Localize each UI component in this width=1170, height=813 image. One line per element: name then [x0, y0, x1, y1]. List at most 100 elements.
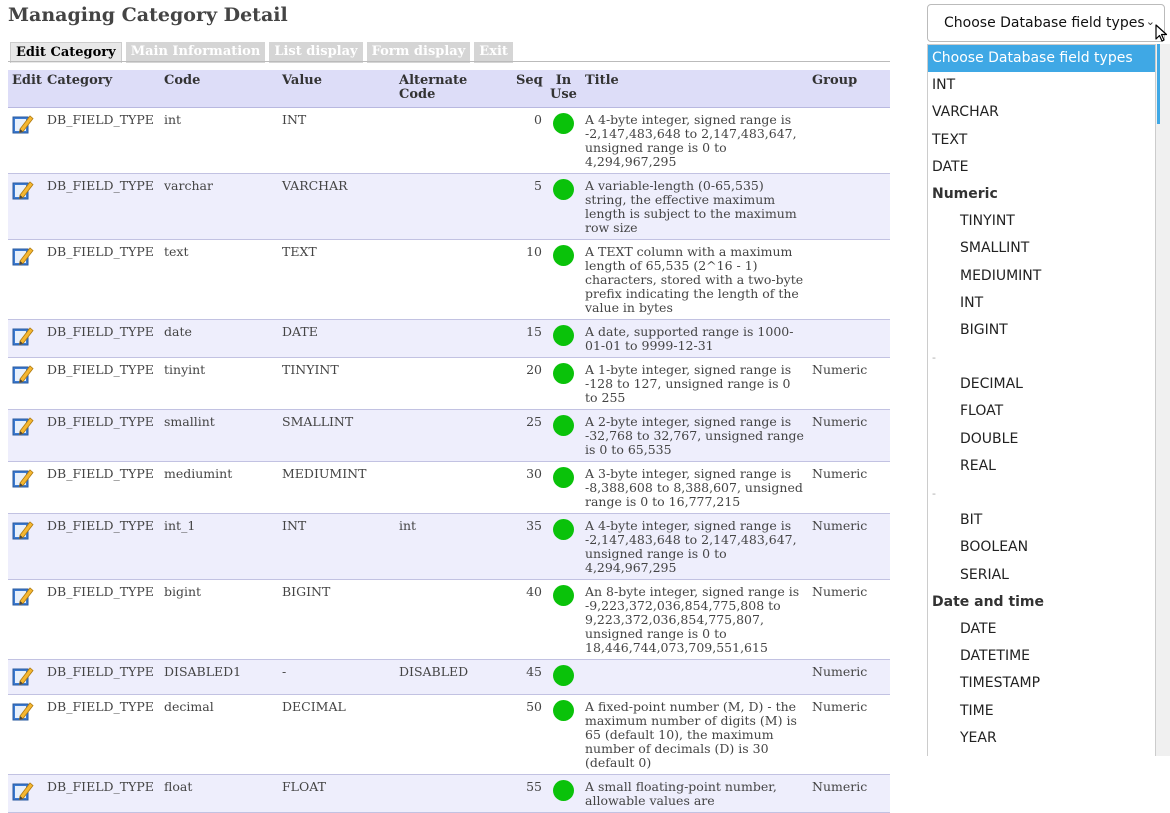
pencil-edit-icon[interactable]: [12, 665, 34, 687]
seq-cell: 10: [512, 239, 546, 320]
edit-cell[interactable]: [8, 107, 43, 174]
col-header-category: Category: [43, 70, 160, 108]
dropdown-scrollbar[interactable]: [1156, 44, 1170, 756]
edit-cell[interactable]: [8, 513, 43, 580]
in-use-dot-icon: [553, 325, 574, 346]
dropdown-option[interactable]: Choose Database field types: [928, 45, 1155, 73]
dropdown-option[interactable]: TEXT: [928, 127, 1155, 154]
tab-form-display[interactable]: Form display: [366, 42, 471, 63]
pencil-edit-icon[interactable]: [12, 113, 34, 135]
pencil-edit-icon[interactable]: [12, 780, 34, 802]
table-row: DB_FIELD_TYPE tinyint TINYINT 20 A 1-byte in…: [8, 357, 890, 410]
edit-cell[interactable]: [8, 461, 43, 514]
code-cell: varchar: [160, 173, 278, 240]
seq-cell: 20: [512, 357, 546, 410]
pencil-edit-icon[interactable]: [12, 179, 34, 201]
in-use-dot-icon: [553, 415, 574, 436]
col-header-value: Value: [278, 70, 395, 108]
code-cell: tinyint: [160, 357, 278, 410]
group-cell: [808, 319, 890, 358]
pencil-edit-icon[interactable]: [12, 700, 34, 722]
code-cell: bigint: [160, 579, 278, 660]
dropdown-option[interactable]: VARCHAR: [928, 99, 1155, 126]
pencil-edit-icon[interactable]: [12, 245, 34, 267]
pencil-edit-icon[interactable]: [12, 585, 34, 607]
field-type-select[interactable]: Choose Database field types ⌄: [927, 4, 1165, 42]
dropdown-option[interactable]: TIME: [928, 698, 1155, 725]
category-cell: DB_FIELD_TYPE: [43, 239, 160, 320]
dropdown-option[interactable]: MEDIUMINT: [928, 263, 1155, 290]
pencil-edit-icon[interactable]: [12, 363, 34, 385]
seq-cell: 55: [512, 774, 546, 813]
title-cell: [581, 659, 808, 695]
tab-exit[interactable]: Exit: [474, 42, 513, 63]
in-use-cell: [546, 239, 581, 320]
dropdown-option[interactable]: FLOAT: [928, 398, 1155, 425]
tab-list-display[interactable]: List display: [269, 42, 363, 63]
pencil-edit-icon[interactable]: [12, 467, 34, 489]
seq-cell: 25: [512, 409, 546, 462]
group-cell: Numeric: [808, 409, 890, 462]
edit-cell[interactable]: [8, 173, 43, 240]
edit-cell[interactable]: [8, 239, 43, 320]
alternate-code-cell: [395, 579, 512, 660]
in-use-cell: [546, 319, 581, 358]
edit-cell[interactable]: [8, 579, 43, 660]
tab-edit-category[interactable]: Edit Category: [10, 42, 122, 63]
in-use-dot-icon: [553, 665, 574, 686]
dropdown-option[interactable]: BIT: [928, 507, 1155, 534]
edit-cell[interactable]: [8, 774, 43, 813]
dropdown-option[interactable]: INT: [928, 290, 1155, 317]
edit-cell[interactable]: [8, 409, 43, 462]
title-cell: A fixed-point number (M, D) - the maximu…: [581, 694, 808, 775]
title-cell: A variable-length (0-65,535) string, the…: [581, 173, 808, 240]
in-use-cell: [546, 173, 581, 240]
title-cell: A 3-byte integer, signed range is -8,388…: [581, 461, 808, 514]
value-cell: MEDIUMINT: [278, 461, 395, 514]
dropdown-option[interactable]: SERIAL: [928, 562, 1155, 589]
col-header-in-use: In Use: [546, 70, 581, 108]
pencil-edit-icon[interactable]: [12, 415, 34, 437]
alternate-code-cell: [395, 409, 512, 462]
seq-cell: 40: [512, 579, 546, 660]
seq-cell: 45: [512, 659, 546, 695]
category-cell: DB_FIELD_TYPE: [43, 774, 160, 813]
title-cell: A 2-byte integer, signed range is -32,76…: [581, 409, 808, 462]
dropdown-option[interactable]: YEAR: [928, 725, 1155, 752]
table-row: DB_FIELD_TYPE date DATE 15 A date, supported…: [8, 319, 890, 358]
code-cell: int: [160, 107, 278, 174]
alternate-code-cell: [395, 357, 512, 410]
pencil-edit-icon[interactable]: [12, 519, 34, 541]
dropdown-option[interactable]: TINYINT: [928, 208, 1155, 235]
dropdown-option[interactable]: INT: [928, 72, 1155, 99]
dropdown-option[interactable]: BOOLEAN: [928, 534, 1155, 561]
dropdown-option[interactable]: REAL: [928, 453, 1155, 480]
table-row: DB_FIELD_TYPE int_1 INT int 35 A 4-byte integ…: [8, 513, 890, 580]
edit-cell[interactable]: [8, 319, 43, 358]
edit-cell[interactable]: [8, 659, 43, 695]
dropdown-option[interactable]: DATE: [928, 616, 1155, 643]
dropdown-option[interactable]: DATETIME: [928, 643, 1155, 670]
select-value: Choose Database field types: [944, 15, 1145, 31]
dropdown-option[interactable]: DATE: [928, 154, 1155, 181]
alternate-code-cell: [395, 239, 512, 320]
edit-cell[interactable]: [8, 357, 43, 410]
dropdown-option[interactable]: BIGINT: [928, 317, 1155, 344]
code-cell: decimal: [160, 694, 278, 775]
code-cell: mediumint: [160, 461, 278, 514]
group-cell: [808, 173, 890, 240]
chevron-down-icon[interactable]: ⌄: [1146, 15, 1155, 28]
table-row: DB_FIELD_TYPE mediumint MEDIUMINT 30 A 3-byt…: [8, 461, 890, 514]
in-use-dot-icon: [553, 519, 574, 540]
edit-cell[interactable]: [8, 694, 43, 775]
dropdown-option[interactable]: TIMESTAMP: [928, 670, 1155, 697]
pencil-edit-icon[interactable]: [12, 325, 34, 347]
tab-main-information[interactable]: Main Information: [125, 42, 266, 63]
dropdown-option[interactable]: DOUBLE: [928, 426, 1155, 453]
dropdown-scroll-thumb[interactable]: [1157, 44, 1160, 124]
seq-cell: 30: [512, 461, 546, 514]
code-cell: DISABLED1: [160, 659, 278, 695]
dropdown-option[interactable]: DECIMAL: [928, 371, 1155, 398]
dropdown-option[interactable]: SMALLINT: [928, 235, 1155, 262]
tab-bar: Edit Category Main Information List disp…: [10, 42, 513, 63]
